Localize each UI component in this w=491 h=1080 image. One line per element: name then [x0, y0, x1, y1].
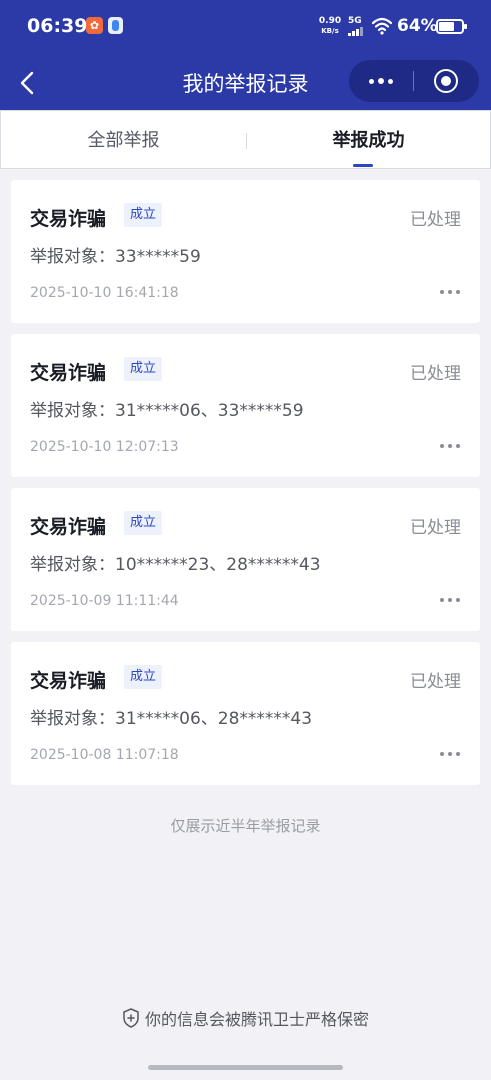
tab-all-reports[interactable]: 全部举报: [1, 111, 246, 169]
nav-bar: 我的举报记录: [0, 56, 491, 110]
process-status: 已处理: [410, 210, 461, 230]
report-time: 2025-10-08 11:07:18: [30, 747, 179, 763]
wifi-icon: [372, 17, 392, 35]
process-status: 已处理: [410, 364, 461, 384]
report-target: 举报对象：31*****06、28******43: [30, 709, 313, 729]
miniapp-capsule: [349, 60, 479, 102]
target-icon-center: [441, 76, 451, 86]
network-speed-unit: KB/s: [321, 27, 339, 35]
home-indicator[interactable]: [148, 1065, 343, 1070]
status-badge: 成立: [124, 665, 163, 689]
report-type: 交易诈骗: [30, 516, 107, 538]
battery-percentage: 64%: [397, 16, 438, 36]
tab-successful-reports[interactable]: 举报成功: [246, 111, 491, 169]
report-card[interactable]: 交易诈骗 成立 已处理 举报对象：33*****59 2025-10-10 16…: [11, 180, 480, 323]
close-miniapp-button[interactable]: [414, 60, 479, 102]
more-dot-icon: [369, 79, 374, 84]
report-time: 2025-10-10 12:07:13: [30, 439, 179, 455]
tab-active-indicator: [353, 164, 373, 167]
report-card[interactable]: 交易诈骗 成立 已处理 举报对象：31*****06、28******43 20…: [11, 642, 480, 785]
status-badge: 成立: [124, 357, 163, 381]
report-target: 举报对象：31*****06、33*****59: [30, 401, 304, 421]
network-type: 5G: [348, 16, 362, 26]
tab-bar: 全部举报 举报成功: [0, 110, 491, 169]
more-options-icon[interactable]: [438, 748, 462, 760]
privacy-text: 你的信息会被腾讯卫士严格保密: [144, 1010, 369, 1029]
app-notification-icon: ✿: [86, 17, 103, 34]
process-status: 已处理: [410, 518, 461, 538]
report-card[interactable]: 交易诈骗 成立 已处理 举报对象：31*****06、33*****59 202…: [11, 334, 480, 477]
report-target: 举报对象：10******23、28******43: [30, 555, 321, 575]
more-options-icon[interactable]: [438, 286, 462, 298]
network-speed: 0.90 KB/s: [318, 17, 342, 36]
more-dot-icon: [388, 79, 393, 84]
report-card[interactable]: 交易诈骗 成立 已处理 举报对象：10******23、28******43 2…: [11, 488, 480, 631]
status-badge: 成立: [124, 203, 163, 227]
shield-icon: [123, 1008, 139, 1028]
app-notification-icon-2: [108, 17, 123, 34]
status-badge: 成立: [124, 511, 163, 535]
report-type: 交易诈骗: [30, 208, 107, 230]
network-speed-value: 0.90: [318, 16, 342, 26]
report-time: 2025-10-10 16:41:18: [30, 285, 179, 301]
status-time: 06:39: [27, 15, 88, 37]
report-type: 交易诈骗: [30, 362, 107, 384]
report-type: 交易诈骗: [30, 670, 107, 692]
more-button[interactable]: [349, 60, 413, 102]
report-time: 2025-10-09 11:11:44: [30, 593, 179, 609]
signal-icon: [348, 27, 364, 36]
more-dot-icon: [378, 78, 384, 84]
more-options-icon[interactable]: [438, 440, 462, 452]
process-status: 已处理: [410, 672, 461, 692]
more-options-icon[interactable]: [438, 594, 462, 606]
status-bar: 06:39 ✿ 0.90 KB/s 5G 64%: [0, 0, 491, 56]
privacy-notice: 你的信息会被腾讯卫士严格保密: [0, 1006, 491, 1030]
report-target: 举报对象：33*****59: [30, 247, 201, 267]
history-range-note: 仅展示近半年举报记录: [170, 817, 321, 835]
battery-icon: [436, 19, 467, 34]
